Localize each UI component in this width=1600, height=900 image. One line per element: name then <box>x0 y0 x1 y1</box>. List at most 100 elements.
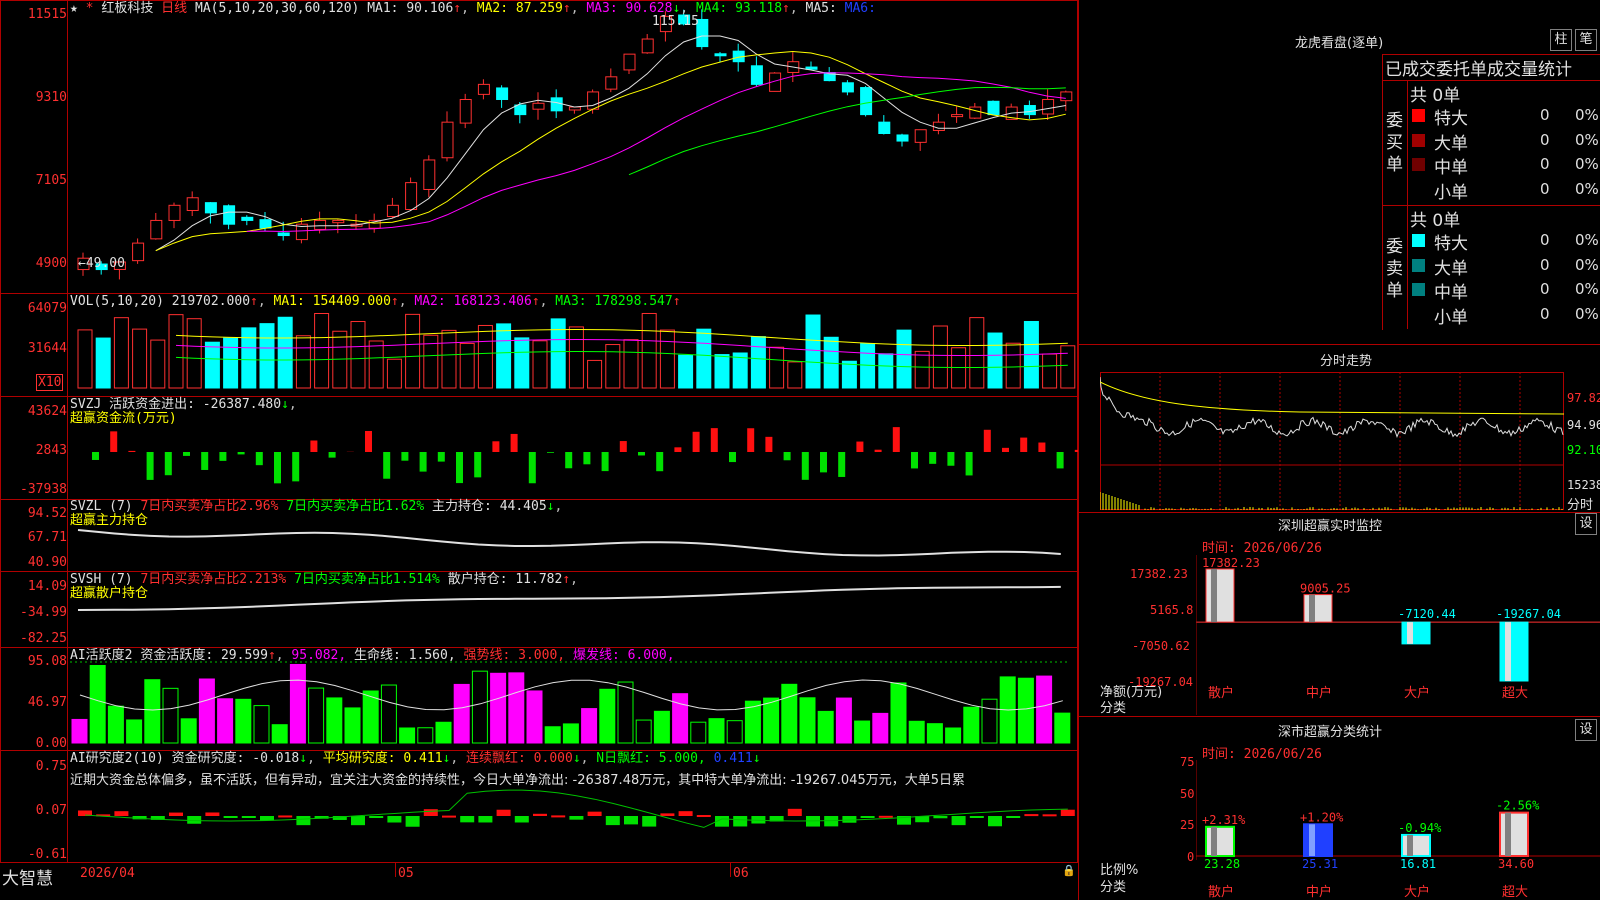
activity-bar <box>908 720 925 744</box>
ai-active-tick: 95.08 <box>27 654 67 669</box>
candle-body <box>423 159 436 190</box>
candle-body <box>587 91 600 110</box>
monitor-value: 17382.23 <box>1202 556 1260 570</box>
volume-bar <box>568 326 584 389</box>
sz-category-tick: 75 <box>1180 755 1195 769</box>
star-icon[interactable]: ★ <box>70 1 78 16</box>
svzj-subtitle: 超赢资金流(万元) <box>70 411 177 426</box>
activity-bar <box>435 721 452 744</box>
price-tick: 7105 <box>35 173 67 188</box>
flow-bar <box>146 452 154 480</box>
intraday-tick: 97.82 <box>1567 391 1600 405</box>
ma-line <box>628 86 1066 176</box>
buy-row-label: 中单 <box>1434 158 1468 178</box>
activity-bar <box>289 663 306 744</box>
period-label[interactable]: 日线 <box>161 1 187 16</box>
date-tick <box>395 863 396 877</box>
research-bar <box>478 816 493 823</box>
volume-bar <box>405 313 421 389</box>
research-bar <box>278 815 293 818</box>
svzl-tick: 40.90 <box>27 555 67 570</box>
flow-bar <box>565 452 573 469</box>
sz-monitor-settings-button[interactable]: 设 <box>1575 513 1597 535</box>
research-bar <box>1042 814 1057 817</box>
flow-bar <box>874 449 882 452</box>
lock-icon[interactable]: 🔒 <box>1062 864 1076 877</box>
monitor-value: -7120.44 <box>1398 607 1456 621</box>
volume-bar <box>95 337 111 389</box>
stats-tab-header[interactable]: 已成交委托单成交量统计 <box>1385 55 1572 80</box>
sz-monitor-tick: -7050.62 <box>1132 639 1190 653</box>
sz-monitor-xlabel: 分类 <box>1100 701 1127 716</box>
activity-bar <box>799 697 816 744</box>
intraday-tick: 15238 <box>1567 478 1600 492</box>
buy-row-count: 0 <box>1540 130 1550 149</box>
flow-bar <box>1020 437 1028 452</box>
buy-row-count: 0 <box>1540 155 1550 173</box>
activity-bar <box>471 670 488 744</box>
sz-monitor-divider <box>1078 512 1600 513</box>
candle-body <box>277 232 290 237</box>
category-name: 中户 <box>1306 884 1332 900</box>
flow-bar <box>164 452 172 476</box>
intraday-svg[interactable] <box>1100 372 1564 510</box>
flow-bar <box>601 452 609 472</box>
category-bar-shade <box>1407 834 1413 856</box>
main-charts-svg[interactable] <box>0 0 1078 865</box>
flow-bar <box>983 429 991 452</box>
flow-bar <box>674 447 682 452</box>
volume-bar <box>295 335 311 389</box>
candle-body <box>441 121 454 159</box>
research-bar <box>205 812 220 816</box>
flow-bar <box>328 452 336 458</box>
ma2-value: MA2: 87.259 <box>476 1 563 16</box>
activity-bar <box>71 718 88 744</box>
flow-bar <box>856 441 864 452</box>
right-divider <box>1078 0 1079 900</box>
candle-body <box>314 219 327 230</box>
volume-bar <box>932 325 948 389</box>
volume-bar <box>223 337 239 389</box>
intraday-tick: 94.96 <box>1567 418 1600 432</box>
activity-bar <box>835 697 852 744</box>
activity-bar <box>235 698 252 744</box>
buy-row-swatch <box>1412 158 1425 171</box>
candle-body <box>223 205 236 225</box>
category-name: 超大 <box>1502 885 1528 900</box>
activity-bar <box>89 664 106 744</box>
research-bar <box>296 816 311 826</box>
pen-mode-button[interactable]: 笔 <box>1575 29 1597 51</box>
candle-body <box>132 242 145 262</box>
activity-bar <box>544 726 561 744</box>
flow-bar <box>110 431 118 452</box>
activity-bar <box>817 710 834 744</box>
sell-row-pct: 0% <box>1575 231 1599 249</box>
volume-bar <box>168 314 184 389</box>
activity-bar <box>1036 675 1053 744</box>
bar-mode-button[interactable]: 柱 <box>1550 29 1572 51</box>
sell-side-label: 委卖单 <box>1386 237 1403 301</box>
research-bar <box>624 816 638 825</box>
volume-bar <box>969 317 985 389</box>
sz-monitor-chart: 17382.23 散户 9005.25 中户 -7120.44 大户 -19267.04 超大 <box>1196 555 1600 715</box>
activity-bar <box>1017 677 1034 744</box>
activity-bar <box>890 682 907 744</box>
flow-bar <box>365 430 372 452</box>
bar-大户 <box>1401 621 1431 645</box>
category-bar-shade <box>1211 826 1217 856</box>
flow-bar <box>965 452 973 476</box>
category-change: -2.56% <box>1496 799 1540 813</box>
activity-bar <box>926 723 943 744</box>
volume-bar <box>277 316 293 389</box>
activity-bar <box>508 672 525 744</box>
sz-category-settings-button[interactable]: 设 <box>1575 719 1597 741</box>
sell-row-swatch <box>1412 283 1425 296</box>
candle-body <box>987 100 1000 116</box>
volume-bar <box>896 329 912 389</box>
activity-bar <box>399 727 416 744</box>
vol-unit: X10 <box>36 374 64 391</box>
high-price-label: 115.15 <box>652 14 699 29</box>
research-bar <box>660 813 675 816</box>
flow-bar <box>747 428 755 452</box>
research-bar <box>642 816 657 827</box>
